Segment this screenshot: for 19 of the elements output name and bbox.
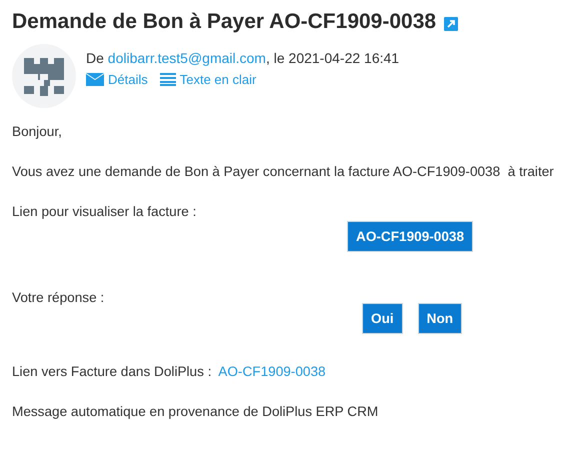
invoice-button[interactable]: AO-CF1909-0038 bbox=[347, 221, 474, 252]
no-button[interactable]: Non bbox=[418, 303, 462, 334]
doliplus-line: Lien vers Facture dans DoliPlus : AO-CF1909-0038 bbox=[12, 364, 327, 379]
sender-line: De dolibarr.test5@gmail.com, le 2021-04-22 16:41 bbox=[86, 50, 400, 66]
greeting-text: Bonjour, bbox=[12, 124, 63, 139]
answer-label: Votre réponse : bbox=[12, 290, 106, 305]
plain-text-link[interactable]: Texte en clair bbox=[160, 72, 256, 87]
request-text: Vous avez une demande de Bon à Payer concernant la facture AO-CF1909-0038 à traiter bbox=[12, 164, 555, 179]
doliplus-invoice-link[interactable]: AO-CF1909-0038 bbox=[218, 364, 326, 379]
external-link-icon[interactable] bbox=[444, 16, 458, 30]
view-label: Lien pour visualiser la facture : bbox=[12, 204, 198, 219]
sender-email-link[interactable]: dolibarr.test5@gmail.com bbox=[108, 50, 266, 66]
details-link[interactable]: Détails bbox=[86, 72, 148, 87]
email-subject: Demande de Bon à Payer AO-CF1909-0038 bbox=[12, 10, 436, 34]
footer-text: Message automatique en provenance de DoliPlus ERP CRM bbox=[12, 404, 380, 419]
avatar-icon bbox=[12, 44, 76, 108]
lines-icon bbox=[160, 73, 176, 86]
yes-button[interactable]: Oui bbox=[362, 303, 403, 334]
envelope-icon bbox=[86, 73, 104, 86]
